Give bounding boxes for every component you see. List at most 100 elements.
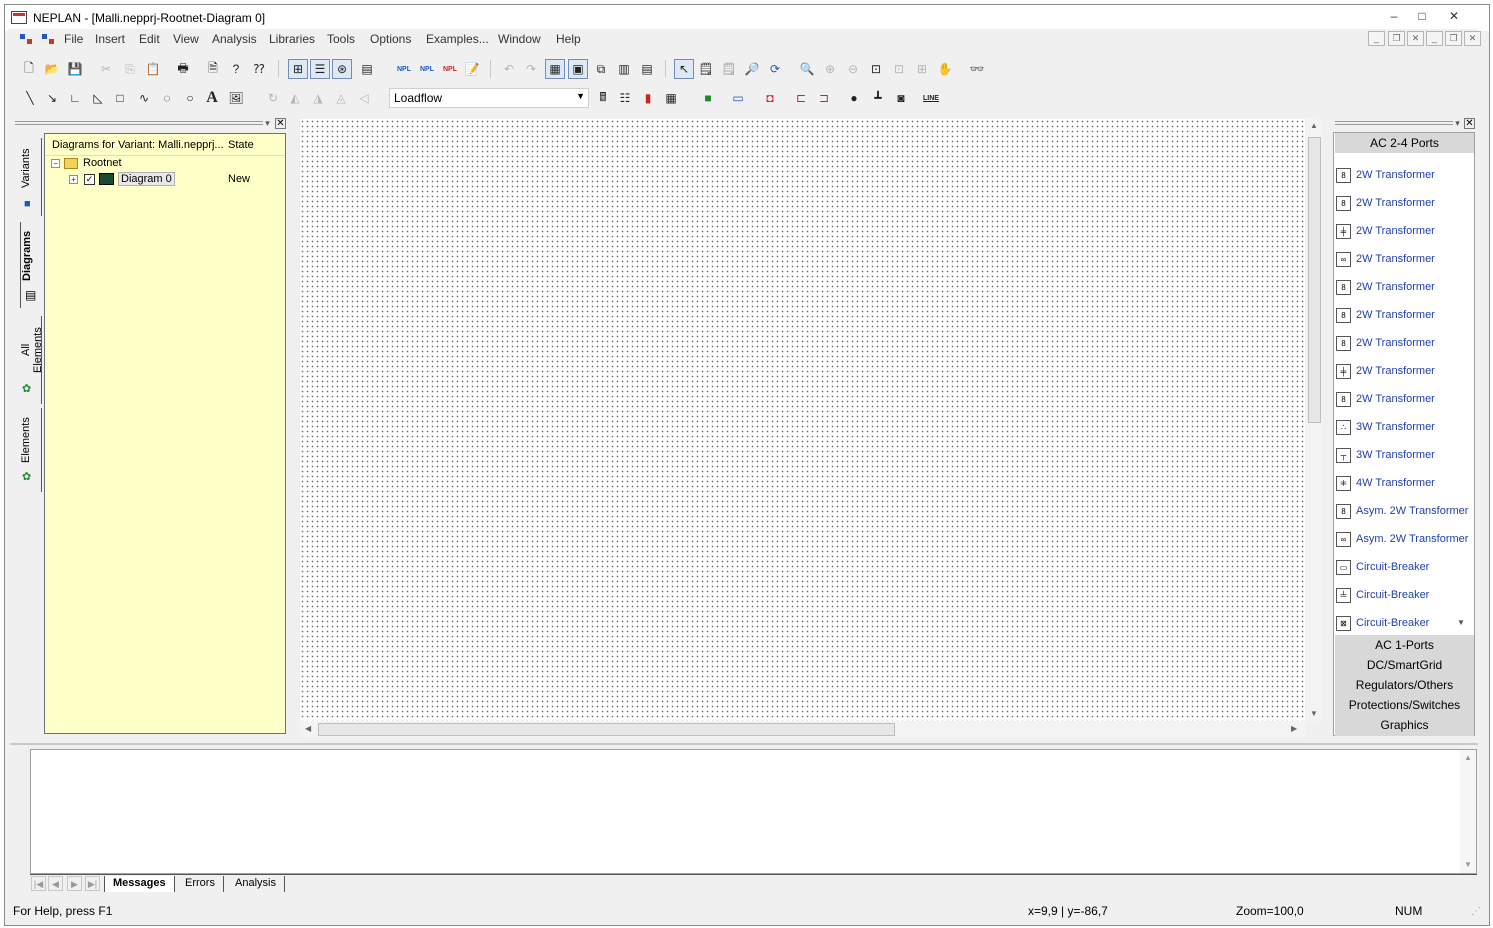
- zoom-window-icon[interactable]: ⊡: [889, 59, 909, 79]
- last-tab-icon[interactable]: ▶|: [85, 876, 100, 891]
- network-icon[interactable]: [18, 32, 35, 46]
- scroll-down-icon[interactable]: ▼: [1464, 860, 1472, 869]
- npl-import-icon[interactable]: NPL: [394, 59, 414, 79]
- palette-item[interactable]: 8 2W Transformer: [1336, 276, 1435, 298]
- palette-item[interactable]: 8 Asym. 2W Transformer: [1336, 500, 1468, 522]
- palette-group-graphics[interactable]: Graphics: [1335, 718, 1474, 732]
- cut-icon[interactable]: ✂: [96, 59, 116, 79]
- first-tab-icon[interactable]: |◀: [31, 876, 46, 891]
- mdi-restore-button[interactable]: ❐: [1445, 31, 1462, 46]
- zoom-in-icon[interactable]: ⊕: [820, 59, 840, 79]
- menu-help[interactable]: Help: [556, 32, 581, 46]
- palette-item[interactable]: ╪ 2W Transformer: [1336, 360, 1435, 382]
- menu-libraries[interactable]: Libraries: [269, 32, 315, 46]
- pane-close-button[interactable]: ✕: [1464, 118, 1475, 129]
- npl-export-icon[interactable]: NPL: [417, 59, 437, 79]
- results-list-icon[interactable]: ☷: [615, 88, 635, 108]
- tab-analysis[interactable]: Analysis: [227, 876, 285, 892]
- copy-icon[interactable]: ⎘: [120, 59, 140, 79]
- print-preview-icon[interactable]: 🗎: [203, 59, 223, 79]
- palette-item[interactable]: 8 2W Transformer: [1336, 388, 1435, 410]
- curve-tool-icon[interactable]: ∿: [134, 88, 154, 108]
- mdi-restore-button[interactable]: ❐: [1388, 31, 1405, 46]
- link-icon[interactable]: ⊏: [791, 88, 811, 108]
- bar-chart-icon[interactable]: ▮: [638, 88, 658, 108]
- save-icon[interactable]: 💾: [65, 59, 85, 79]
- freeform-tool-icon[interactable]: ◌: [157, 88, 177, 108]
- scroll-up-icon[interactable]: ▲: [1464, 753, 1472, 762]
- menu-options[interactable]: Options: [370, 32, 411, 46]
- paste-icon[interactable]: 📋: [143, 59, 163, 79]
- highlight-icon[interactable]: ▣: [568, 59, 588, 79]
- tab-elements[interactable]: Elements ✿: [20, 408, 42, 492]
- pane-pin-icon[interactable]: ▾: [1452, 118, 1463, 129]
- mdi-minimize-button[interactable]: _: [1426, 31, 1443, 46]
- next-tab-icon[interactable]: ▶: [67, 876, 82, 891]
- open-folder-icon[interactable]: 📂: [42, 59, 62, 79]
- ruler-icon[interactable]: ▥: [614, 59, 634, 79]
- palette-item[interactable]: ╧ Circuit-Breaker: [1336, 584, 1429, 606]
- zoom-out-icon[interactable]: ⊖: [843, 59, 863, 79]
- library-icon[interactable]: 🗒: [719, 59, 739, 79]
- palette-group-ac-1-ports[interactable]: AC 1-Ports: [1335, 638, 1474, 652]
- grid-icon[interactable]: ▦: [545, 59, 565, 79]
- tab-variants[interactable]: Variants ■: [20, 138, 42, 216]
- resize-grip-icon[interactable]: ⋰: [1471, 906, 1481, 917]
- vertical-scroll-thumb[interactable]: [1308, 137, 1321, 423]
- pan-hand-icon[interactable]: ✋: [935, 59, 955, 79]
- mdi-minimize-button[interactable]: _: [1368, 31, 1385, 46]
- palette-item[interactable]: 8 2W Transformer: [1336, 304, 1435, 326]
- node-dot-icon[interactable]: ●: [844, 88, 864, 108]
- text-tool-icon[interactable]: A: [202, 88, 222, 108]
- menu-file[interactable]: File: [64, 32, 83, 46]
- binoculars-icon[interactable]: 👓: [967, 59, 987, 79]
- menu-edit[interactable]: Edit: [139, 32, 160, 46]
- select-pointer-icon[interactable]: ↖: [674, 59, 694, 79]
- pane-pin-icon[interactable]: ▾: [262, 118, 273, 129]
- palette-group-dc-smartgrid[interactable]: DC/SmartGrid: [1335, 658, 1474, 672]
- menu-window[interactable]: Window: [498, 32, 541, 46]
- polyline-tool-icon[interactable]: ∟: [65, 88, 85, 108]
- diagram-canvas[interactable]: [300, 119, 1305, 721]
- network-view-icon[interactable]: ⊞: [288, 59, 308, 79]
- rectangle-tool-icon[interactable]: □: [110, 88, 130, 108]
- palette-item[interactable]: 8 2W Transformer: [1336, 192, 1435, 214]
- prev-tab-icon[interactable]: ◀: [48, 876, 63, 891]
- palette-item[interactable]: 8 2W Transformer: [1336, 164, 1435, 186]
- palette-item[interactable]: ⁜ 4W Transformer: [1336, 472, 1435, 494]
- horizontal-scroll-thumb[interactable]: [318, 723, 895, 736]
- link-split-icon[interactable]: ⊐: [814, 88, 834, 108]
- print-icon[interactable]: 🖶: [173, 59, 193, 79]
- pane-close-button[interactable]: ✕: [275, 118, 286, 129]
- palette-group-ac-2-4-ports[interactable]: AC 2-4 Ports: [1335, 133, 1474, 153]
- palette-item[interactable]: ∞ 2W Transformer: [1336, 248, 1435, 270]
- palette-item[interactable]: 8 2W Transformer: [1336, 332, 1435, 354]
- list-view-icon[interactable]: ☰: [310, 59, 330, 79]
- align-icon[interactable]: ◁: [354, 88, 374, 108]
- close-button[interactable]: ✕: [1441, 7, 1467, 25]
- message-scrollbar[interactable]: ▲ ▼: [1460, 750, 1476, 873]
- mirror-icon[interactable]: ◬: [331, 88, 351, 108]
- pages-icon[interactable]: ⧉: [591, 59, 611, 79]
- bus-bar-tool-icon[interactable]: ┻: [868, 88, 888, 108]
- calculator-icon[interactable]: 🖩: [593, 88, 613, 108]
- palette-group-protections[interactable]: Protections/Switches: [1335, 698, 1474, 712]
- flip-vertical-icon[interactable]: ◮: [308, 88, 328, 108]
- zoom-all-icon[interactable]: ⊞: [912, 59, 932, 79]
- bus-node-icon[interactable]: ◙: [891, 88, 911, 108]
- zoom-fit-icon[interactable]: ⊡: [866, 59, 886, 79]
- line-tool-icon[interactable]: ╲: [20, 88, 40, 108]
- scroll-down-icon[interactable]: ▼: [1310, 709, 1318, 718]
- menu-view[interactable]: View: [173, 32, 199, 46]
- message-output[interactable]: [30, 749, 1477, 874]
- minimize-button[interactable]: –: [1381, 7, 1407, 25]
- palette-item[interactable]: ▭ Circuit-Breaker: [1336, 556, 1429, 578]
- undo-icon[interactable]: ↶: [499, 59, 519, 79]
- flow-view-icon[interactable]: ⊛: [332, 59, 352, 79]
- context-help-icon[interactable]: ⁇: [249, 59, 269, 79]
- palette-group-regulators[interactable]: Regulators/Others: [1335, 678, 1474, 692]
- checkbox-checked[interactable]: ✓: [84, 173, 95, 185]
- tree-header-diagrams[interactable]: Diagrams for Variant: Malli.nepprj...: [52, 139, 224, 151]
- palette-item[interactable]: ∞ Asym. 2W Transformer: [1336, 528, 1468, 550]
- tab-all-elements[interactable]: All Elements ✿: [20, 316, 44, 404]
